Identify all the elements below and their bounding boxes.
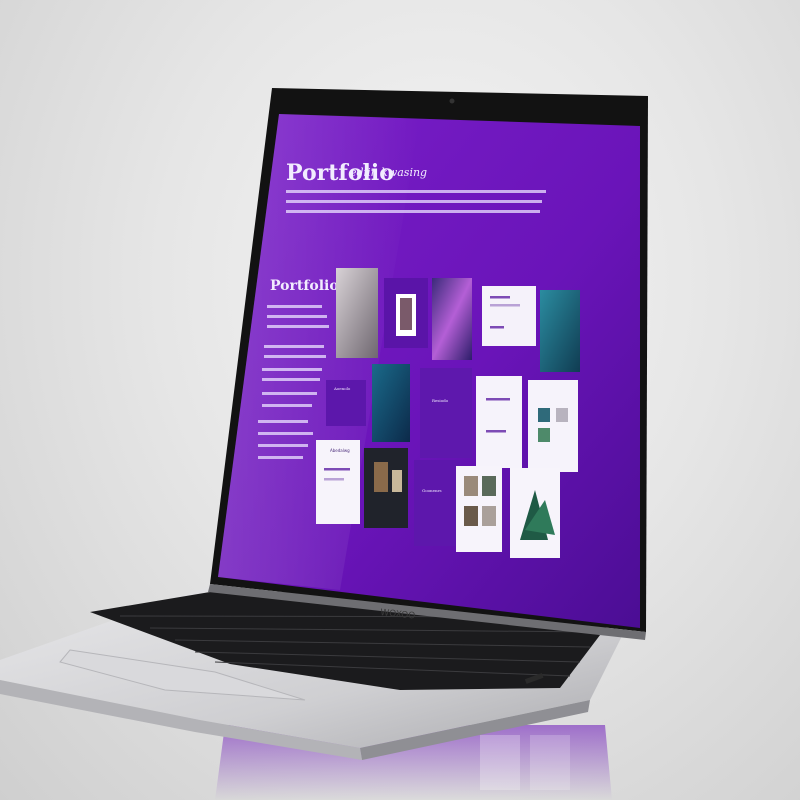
hero-subtitle: ediin kwasing: [350, 166, 427, 179]
svg-text:Resiodo: Resiodo: [432, 398, 449, 403]
portfolio-card-gallery[interactable]: [528, 380, 578, 472]
portfolio-card-abstract[interactable]: [432, 278, 472, 360]
sidebar-title: Portfolio: [270, 278, 339, 294]
portfolio-card-fashion[interactable]: [336, 268, 378, 358]
laptop-product-scene: WOXOO Portfolio ediin kwasing Portfolio: [0, 0, 800, 800]
portfolio-card-product[interactable]: [540, 290, 580, 372]
portfolio-card-label-c[interactable]: [414, 460, 460, 546]
scene-illustration: WOXOO Portfolio ediin kwasing Portfolio: [0, 88, 648, 800]
webcam-icon: [449, 98, 455, 104]
portfolio-card-text[interactable]: [482, 286, 536, 346]
portfolio-card-portrait[interactable]: [372, 364, 410, 442]
svg-text:Aoenolo: Aoenolo: [333, 386, 351, 391]
svg-text:Goonenrs: Goonenrs: [422, 488, 442, 493]
portfolio-card-label-b[interactable]: [420, 368, 472, 458]
portfolio-grid: Aoenolo Resiodo Abedalwg Goonenrs: [316, 268, 580, 558]
svg-text:Abedalwg: Abedalwg: [330, 448, 350, 453]
portfolio-card-article[interactable]: [476, 376, 522, 468]
